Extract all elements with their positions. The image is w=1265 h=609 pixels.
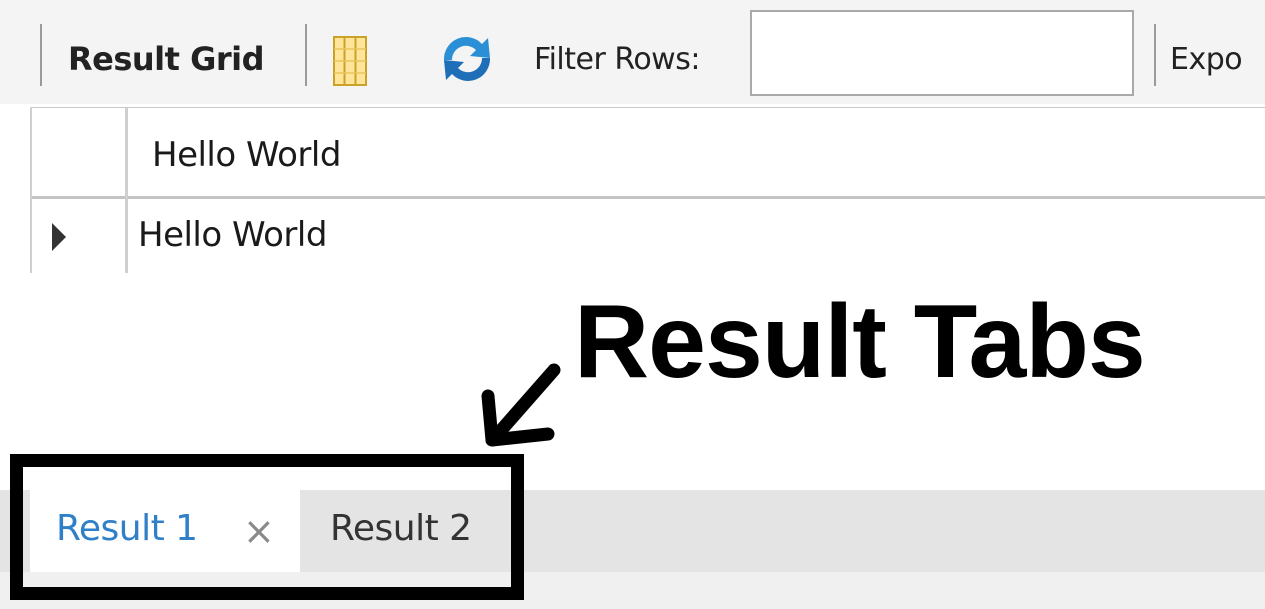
row-indicator[interactable] — [30, 199, 128, 273]
refresh-icon[interactable] — [438, 30, 496, 92]
toolbar-separator — [40, 24, 42, 86]
annotation-label: Result Tabs — [574, 284, 1146, 400]
current-row-arrow-icon — [52, 223, 66, 251]
filter-rows-input[interactable] — [750, 10, 1134, 96]
export-button[interactable]: Expo — [1170, 42, 1243, 77]
table-cell[interactable]: Hello World — [138, 215, 327, 255]
annotation-arrow-icon — [470, 356, 570, 460]
column-header[interactable]: Hello World — [152, 135, 341, 175]
filter-rows-label: Filter Rows: — [534, 42, 700, 77]
toolbar-separator — [1154, 24, 1156, 86]
grid-corner-cell — [30, 107, 128, 199]
toolbar-separator — [305, 24, 307, 86]
result-grid-button[interactable]: Result Grid — [68, 40, 265, 78]
result-toolbar: Result Grid Filter Rows: Expo — [0, 0, 1265, 104]
annotation-highlight-box — [10, 454, 524, 600]
column-toggle-icon[interactable] — [333, 36, 367, 90]
